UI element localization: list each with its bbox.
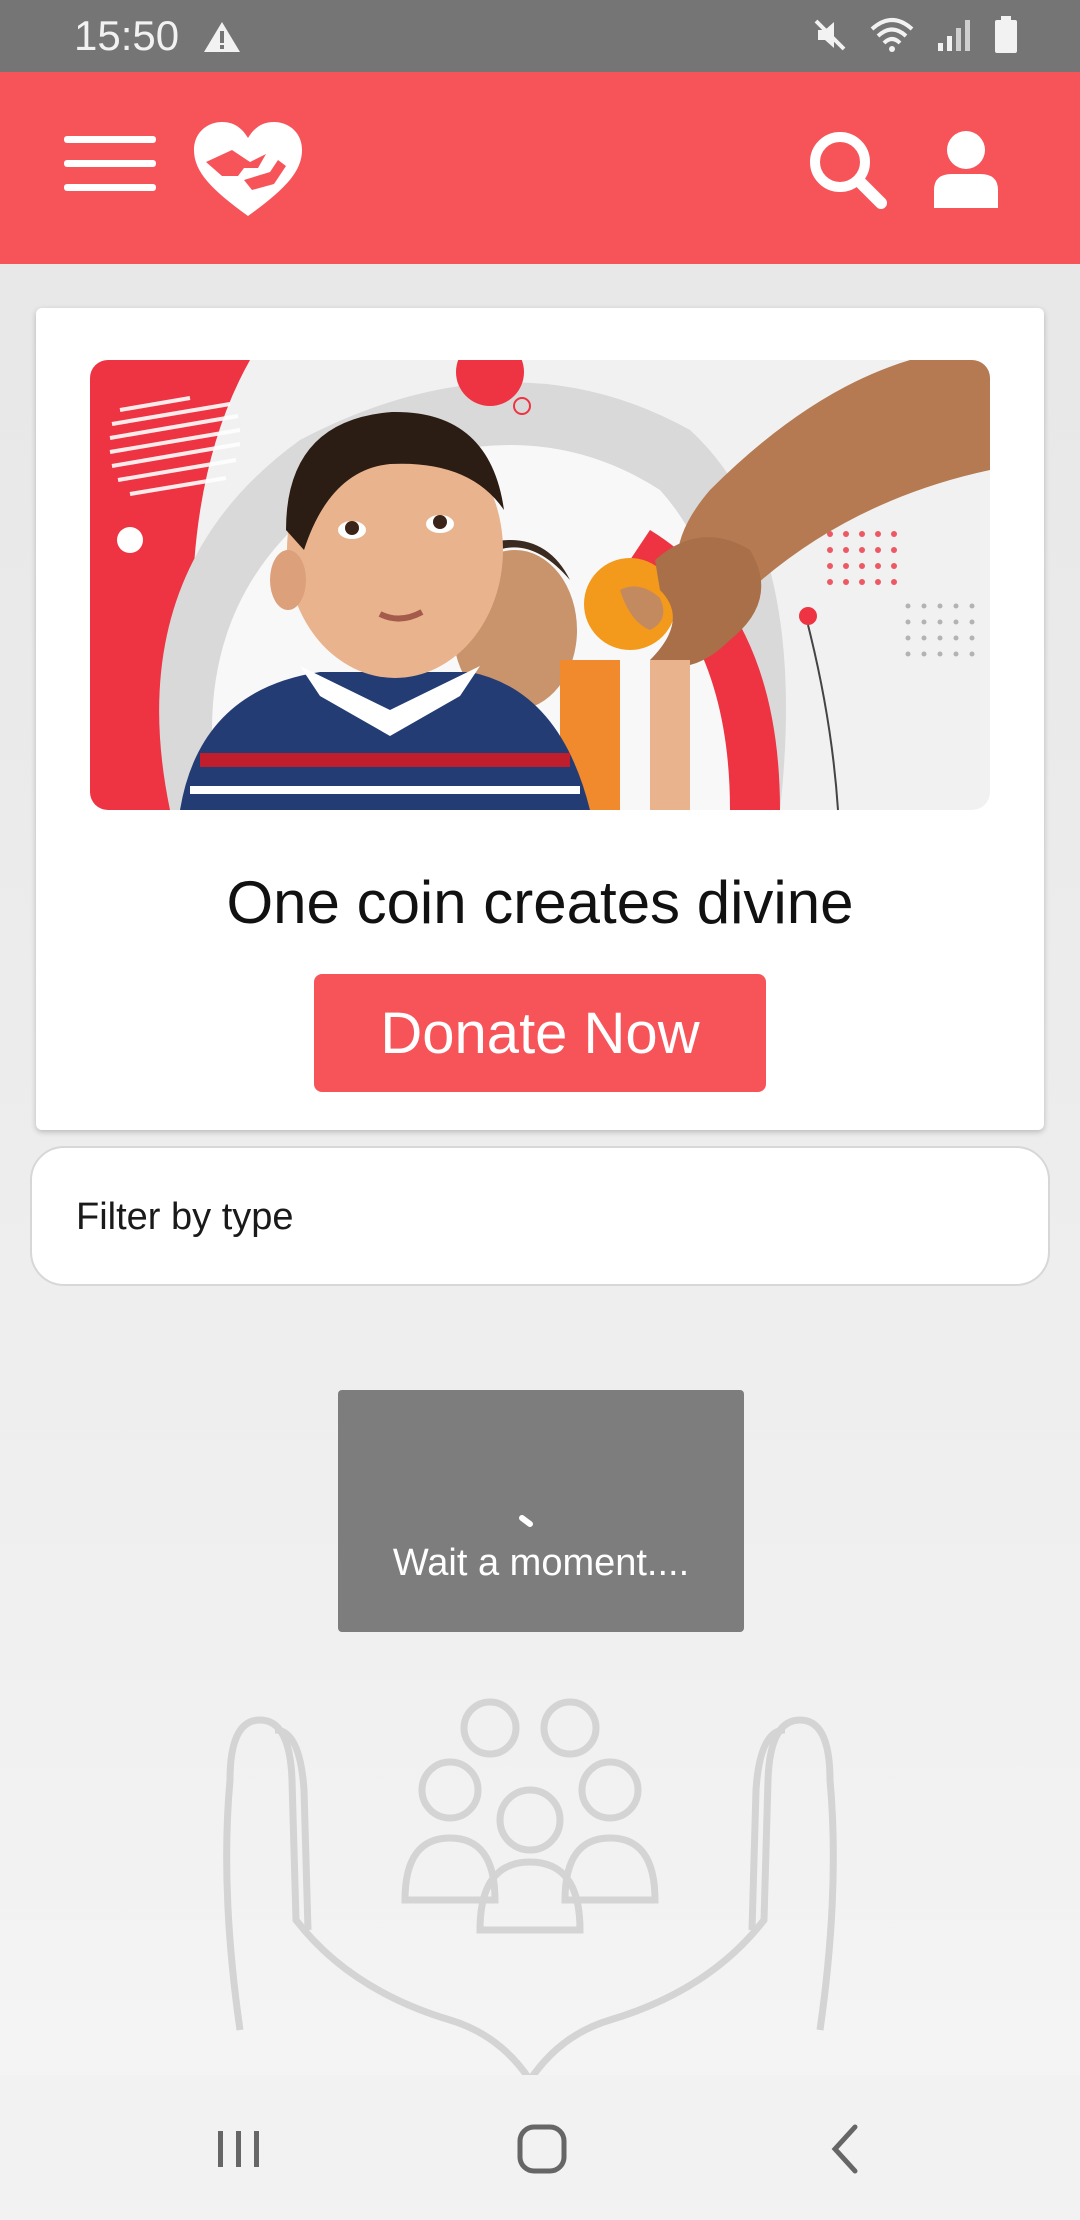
loading-text: Wait a moment.... xyxy=(392,1542,690,1584)
status-time: 15:50 xyxy=(74,12,180,59)
donation-card: One coin creates divine Donate Now xyxy=(36,308,1044,1130)
warning-icon xyxy=(204,22,240,52)
heart-hand-logo[interactable] xyxy=(192,120,304,220)
user-icon[interactable] xyxy=(930,130,1002,208)
wifi-icon xyxy=(870,18,914,52)
filter-by-type-field[interactable]: Filter by type xyxy=(30,1146,1050,1286)
mute-icon xyxy=(814,19,846,51)
status-icons xyxy=(812,16,1018,54)
card-title: One coin creates divine xyxy=(226,869,854,936)
home-icon[interactable] xyxy=(497,2117,587,2181)
signal-icon xyxy=(938,20,970,51)
menu-icon[interactable] xyxy=(64,136,156,200)
community-hands-watermark-icon xyxy=(223,1698,837,2080)
loading-dialog: Wait a moment.... xyxy=(338,1390,744,1632)
filter-label: Filter by type xyxy=(76,1196,294,1238)
status-bar: 15:50 xyxy=(0,0,1080,72)
donate-now-button[interactable]: Donate Now xyxy=(314,974,766,1092)
search-icon[interactable] xyxy=(806,128,888,210)
battery-icon xyxy=(995,16,1017,53)
app-bar xyxy=(0,72,1080,264)
back-icon[interactable] xyxy=(800,2117,890,2181)
banner-image xyxy=(90,360,990,810)
system-nav-bar xyxy=(0,2075,1080,2220)
recents-icon[interactable] xyxy=(194,2117,284,2181)
app-screen: 15:50 One coin creates divine Donate Now… xyxy=(0,0,1080,2220)
